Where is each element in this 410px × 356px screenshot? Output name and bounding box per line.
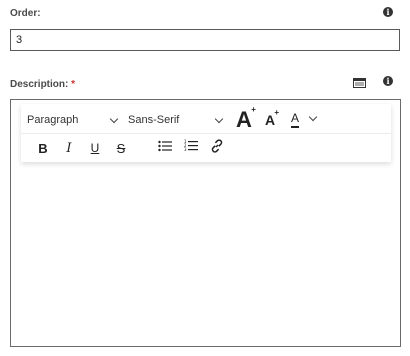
strikethrough-button[interactable]: S (113, 140, 129, 156)
numbered-list-icon: 1 2 3 (184, 139, 198, 157)
font-size-decrease-button[interactable]: A + (261, 108, 280, 129)
chevron-down-icon (214, 114, 224, 124)
toolbar-divider (21, 133, 391, 134)
bold-icon: B (38, 140, 48, 156)
editor-view-icon[interactable] (353, 75, 366, 88)
order-input[interactable] (10, 29, 400, 51)
required-mark: * (71, 79, 76, 90)
chevron-down-icon (109, 114, 119, 124)
order-info-icon[interactable]: i (383, 7, 393, 17)
font-shrink-icon: A + (264, 108, 280, 128)
font-grow-icon: A + (236, 105, 256, 132)
editor-content-area[interactable] (11, 166, 400, 346)
font-family-value: Sans-Serif (128, 113, 180, 126)
bold-button[interactable]: B (35, 140, 51, 156)
font-color-icon: A (290, 112, 299, 128)
block-format-select[interactable]: Paragraph (27, 110, 123, 129)
numbered-list-button[interactable]: 1 2 3 (183, 139, 199, 157)
editor-toolbar: Paragraph Sans-Serif A + A + A B I U S 1… (21, 104, 391, 162)
bulleted-list-button[interactable] (157, 140, 173, 156)
font-family-select[interactable]: Sans-Serif (128, 110, 228, 129)
italic-icon: I (66, 140, 72, 156)
description-info-icon[interactable]: i (383, 76, 393, 86)
font-color-dropdown[interactable] (307, 112, 319, 126)
description-label: Description: * (10, 79, 75, 90)
font-color-button[interactable]: A (287, 110, 303, 130)
bulleted-list-icon (158, 139, 172, 157)
svg-text:3: 3 (184, 147, 187, 152)
description-editor: Paragraph Sans-Serif A + A + A B I U S 1… (10, 99, 401, 347)
font-size-increase-button[interactable]: A + (233, 105, 256, 132)
strikethrough-icon: S (116, 140, 126, 156)
insert-link-button[interactable] (209, 138, 225, 158)
link-icon (210, 138, 224, 158)
underline-icon: U (90, 141, 100, 155)
chevron-down-icon (308, 112, 318, 122)
block-format-value: Paragraph (27, 113, 79, 126)
order-label: Order: (10, 8, 41, 19)
underline-button[interactable]: U (87, 140, 103, 156)
italic-button[interactable]: I (61, 140, 77, 156)
description-label-text: Description: (10, 79, 69, 90)
